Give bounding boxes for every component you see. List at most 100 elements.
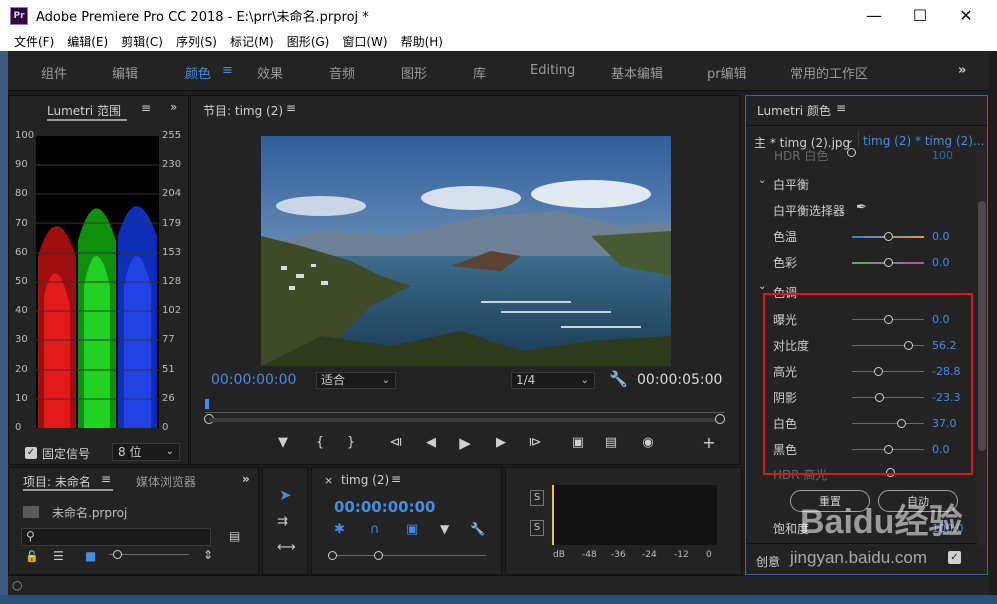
workspace-library[interactable]: 库 [473, 63, 486, 82]
close-sequence-icon[interactable]: × [324, 474, 333, 487]
timeline-timecode[interactable]: 00:00:00:00 [334, 498, 436, 516]
track-select-icon[interactable]: ⇉ [277, 514, 288, 529]
timeline-menu-icon[interactable]: ≡ [391, 472, 401, 486]
reset-button[interactable]: 重置 [790, 490, 870, 512]
saturation-value[interactable]: 100.0 [932, 522, 964, 535]
auto-button[interactable]: 自动 [878, 490, 958, 512]
timeline-zoom-end[interactable] [374, 551, 383, 560]
tab-project[interactable]: 项目: 未命名 [23, 473, 91, 490]
scopes-overflow-icon[interactable]: » [170, 100, 177, 114]
workspace-pr-edit[interactable]: pr编辑 [707, 63, 747, 82]
project-search-input[interactable]: ⚲ [21, 528, 211, 546]
menu-help[interactable]: 帮助(H) [401, 33, 443, 50]
eyedropper-icon[interactable]: ✒ [856, 200, 867, 215]
tab-media-browser[interactable]: 媒体浏览器 [136, 473, 196, 490]
timeline-zoom-start[interactable] [328, 551, 337, 560]
workspace-assembly[interactable]: 组件 [41, 63, 67, 82]
workspace-editing[interactable]: Editing [530, 63, 575, 78]
zoom-knob[interactable] [113, 550, 122, 559]
linked-selection-icon[interactable]: ∩ [370, 522, 380, 537]
menu-edit[interactable]: 编辑(E) [67, 33, 108, 50]
slider-value[interactable]: 0.0 [932, 256, 950, 269]
go-to-out-icon[interactable]: ⧐ [527, 435, 543, 450]
play-icon[interactable]: ▶ [457, 434, 473, 452]
workspace-editing-cn[interactable]: 编辑 [112, 63, 138, 82]
minimize-icon[interactable]: — [851, 0, 897, 31]
program-menu-icon[interactable]: ≡ [286, 101, 296, 115]
ripple-edit-icon[interactable]: ⟷ [277, 540, 296, 555]
add-marker-icon[interactable]: ▼ [275, 435, 291, 450]
sort-icon[interactable]: ⇕ [203, 548, 213, 562]
solo-button-2[interactable]: S [530, 520, 544, 536]
step-back-icon[interactable]: ◀ [423, 435, 439, 450]
creative-enable-checkbox[interactable]: ✓ [948, 551, 961, 564]
chevron-down-icon[interactable]: ⌄ [845, 133, 854, 146]
menu-graphics[interactable]: 图形(G) [287, 33, 330, 50]
mark-out-icon[interactable]: } [343, 435, 359, 450]
scrollbar-thumb[interactable] [978, 201, 986, 451]
playhead[interactable] [205, 399, 209, 409]
go-to-in-icon[interactable]: ⧏ [388, 435, 404, 450]
maximize-icon[interactable]: ☐ [897, 0, 943, 31]
time-ruler[interactable] [205, 412, 725, 413]
mark-in-icon[interactable]: { [312, 435, 328, 450]
timeline-title[interactable]: timg (2) [341, 473, 389, 487]
project-overflow-icon[interactable]: » [242, 472, 250, 486]
chevron-down-icon[interactable]: ⌄ [758, 281, 766, 292]
export-frame-icon[interactable]: ◉ [640, 435, 656, 450]
workspace-effects[interactable]: 效果 [257, 63, 283, 82]
zoom-scrollbar[interactable] [209, 418, 719, 422]
new-bin-icon[interactable]: ▤ [229, 529, 240, 543]
menu-sequence[interactable]: 序列(S) [176, 33, 217, 50]
creative-header[interactable]: 创意 [756, 553, 780, 570]
lumetri-color-title[interactable]: Lumetri 颜色 [757, 102, 831, 119]
extract-icon[interactable]: ▤ [603, 435, 619, 450]
lumetri-scrollbar[interactable] [977, 151, 987, 546]
clamp-signal-checkbox[interactable]: ✓ [25, 447, 37, 459]
workspace-color[interactable]: 颜色 [185, 63, 211, 82]
sequence-clip-label[interactable]: timg (2) * timg (2)... [863, 134, 984, 148]
marker-icon[interactable]: ▼ [440, 522, 449, 536]
status-icon[interactable]: ○ [12, 578, 22, 592]
solo-button-1[interactable]: S [530, 490, 544, 506]
resolution-dropdown[interactable]: 1/4 ⌄ [511, 372, 595, 389]
wrench-icon[interactable]: 🔧 [609, 370, 628, 388]
hdr-white-value[interactable]: 100 [932, 149, 953, 162]
program-video-frame[interactable] [261, 136, 671, 366]
zoom-end-handle[interactable] [715, 414, 725, 424]
slider-value[interactable]: 0.0 [932, 230, 950, 243]
workspace-overflow-icon[interactable]: » [958, 63, 966, 78]
add-button-icon[interactable]: + [701, 433, 717, 452]
menu-marker[interactable]: 标记(M) [230, 33, 274, 50]
workspace-graphics[interactable]: 图形 [401, 63, 427, 82]
slider-knob[interactable] [884, 232, 893, 241]
chevron-down-icon[interactable]: ⌄ [758, 175, 766, 186]
list-view-icon[interactable]: ☰ [53, 549, 64, 563]
close-icon[interactable]: ✕ [943, 0, 989, 31]
lift-icon[interactable]: ▣ [570, 435, 586, 450]
menu-file[interactable]: 文件(F) [14, 33, 54, 50]
timeline-zoom-bar[interactable] [328, 555, 486, 556]
workspace-basic-edit[interactable]: 基本编辑 [611, 63, 663, 82]
workspace-menu-icon[interactable]: ≡ [222, 63, 233, 78]
lock-icon[interactable]: 🔓 [25, 550, 39, 563]
lumetri-menu-icon[interactable]: ≡ [836, 101, 846, 115]
menu-clip[interactable]: 剪辑(C) [121, 33, 163, 50]
workspace-common[interactable]: 常用的工作区 [790, 63, 868, 82]
bit-depth-dropdown[interactable]: 8 位 ⌄ [112, 443, 180, 461]
step-forward-icon[interactable]: ▶ [493, 435, 509, 450]
project-menu-icon[interactable]: ≡ [101, 472, 111, 486]
timeline-settings-icon[interactable]: 🔧 [470, 522, 485, 536]
selection-tool-icon[interactable]: ➤ [279, 486, 292, 504]
slider-knob[interactable] [884, 258, 893, 267]
program-title[interactable]: 节目: timg (2) [203, 102, 283, 119]
fit-dropdown[interactable]: 适合 ⌄ [316, 372, 396, 389]
scopes-title[interactable]: Lumetri 范围 [47, 102, 121, 119]
add-marker-timeline-icon[interactable]: ▣ [406, 522, 418, 537]
program-timecode-current[interactable]: 00:00:00:00 [211, 372, 296, 388]
menu-window[interactable]: 窗口(W) [342, 33, 387, 50]
white-balance-header[interactable]: 白平衡 [773, 176, 809, 193]
snap-icon[interactable]: ✱ [334, 522, 345, 537]
workspace-audio[interactable]: 音频 [329, 63, 355, 82]
hdr-white-knob[interactable] [847, 148, 856, 157]
